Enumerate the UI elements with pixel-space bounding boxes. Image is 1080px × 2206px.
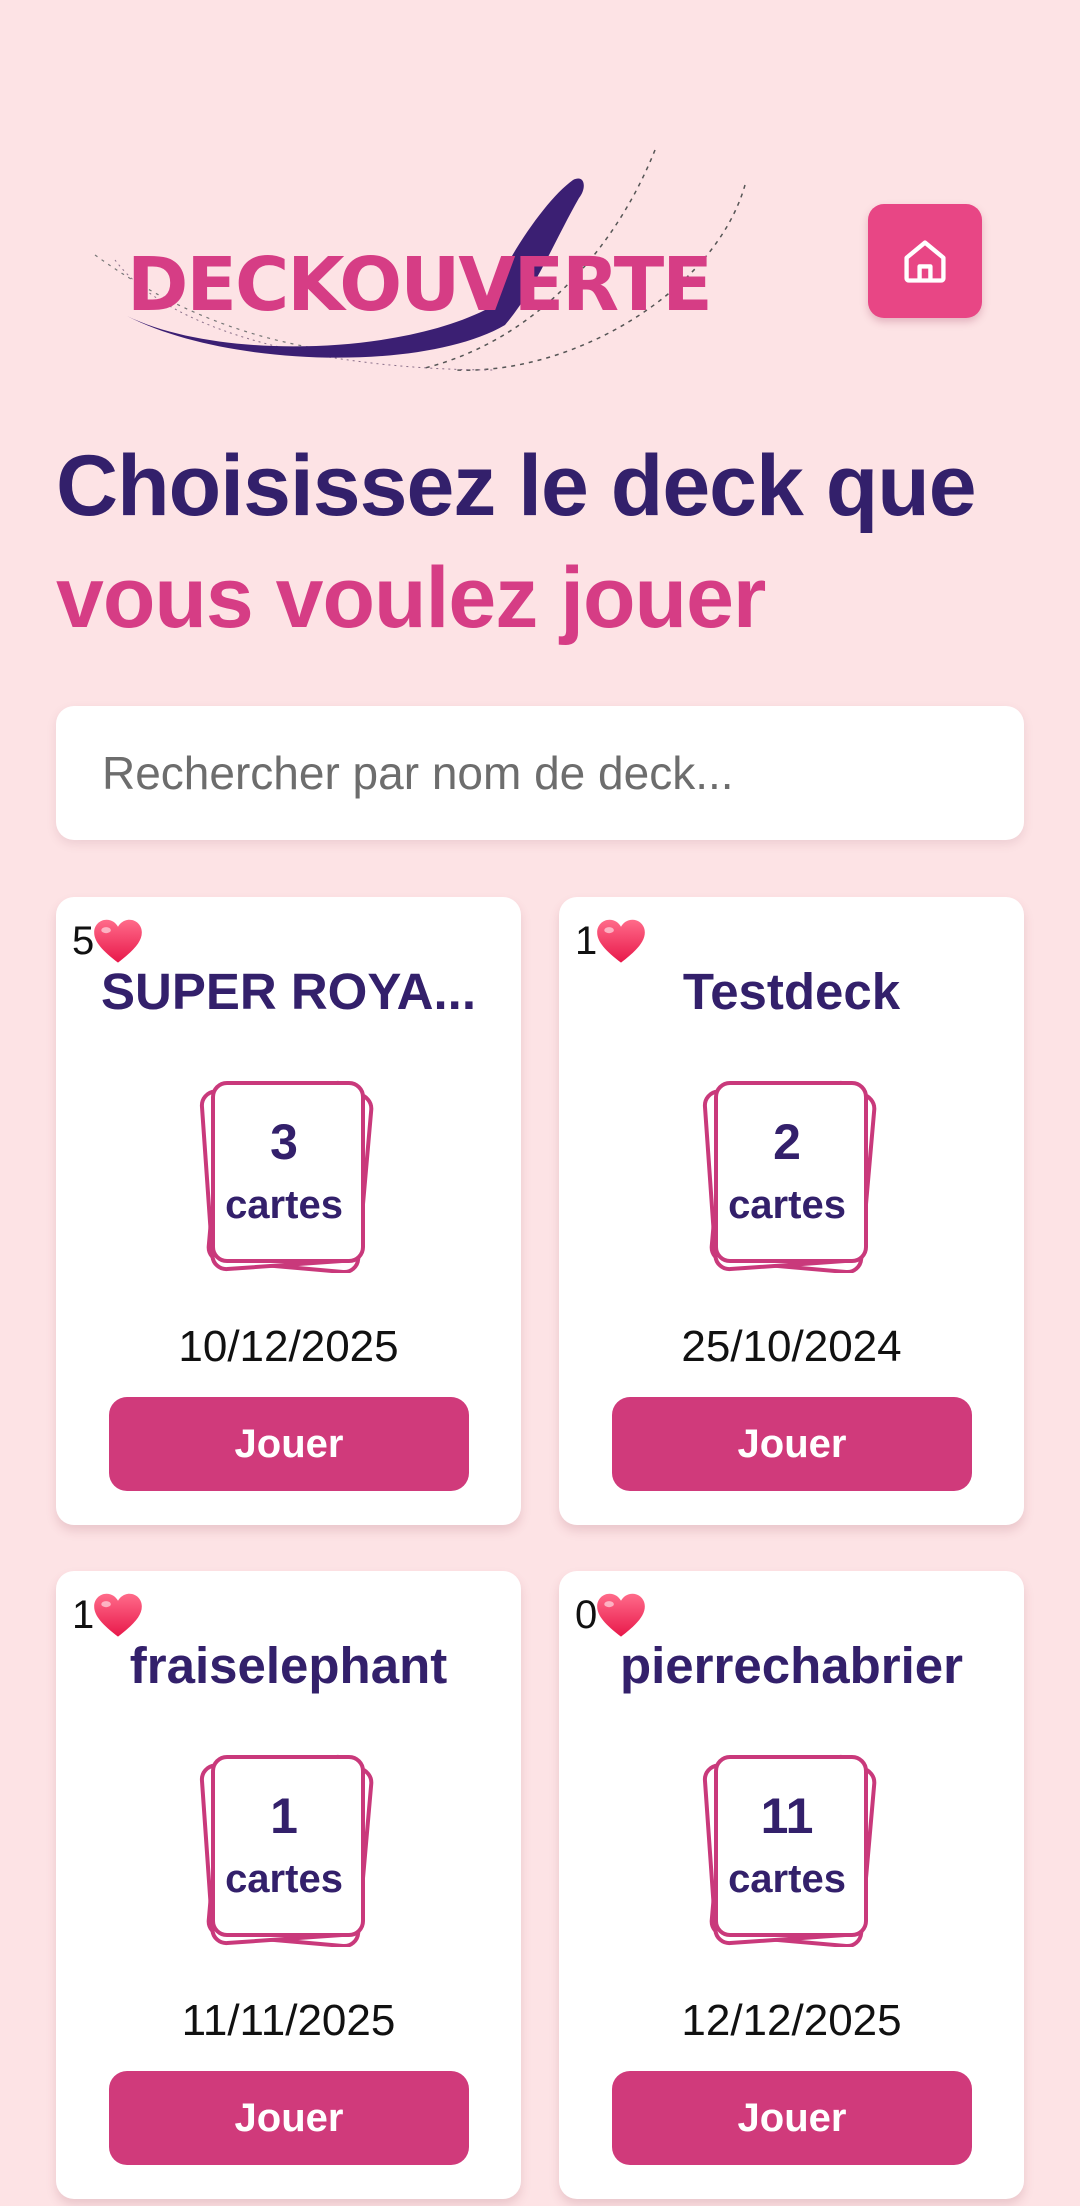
deck-date: 12/12/2025 xyxy=(681,1996,902,2045)
page-title-line2: vous voulez jouer xyxy=(56,550,766,646)
deck-name: Testdeck xyxy=(682,963,901,1020)
deckouverte-logo: DECKOUVERTE xyxy=(94,140,755,380)
deck-date: 10/12/2025 xyxy=(178,1322,399,1371)
logo-graphic: DECKOUVERTE xyxy=(94,149,746,371)
card-count-unit: cartes xyxy=(728,1857,846,1901)
heart-icon xyxy=(597,1593,646,1637)
deck-selection-page: DECKOUVERTE Choisissez le deck que vous … xyxy=(0,0,1080,2206)
card-count: 2 xyxy=(773,1114,801,1170)
card-count: 3 xyxy=(270,1114,298,1170)
like-counter[interactable]: 1 xyxy=(72,1591,144,1639)
card-count-unit: cartes xyxy=(225,1857,343,1901)
home-icon xyxy=(904,240,946,283)
deck-grid: 5 SUPER ROYA... 3 cartes 10/12/2025 Joue… xyxy=(56,897,1024,2199)
card-count-unit: cartes xyxy=(728,1183,846,1227)
page-title-line1: Choisissez le deck que xyxy=(56,438,977,534)
page-title: Choisissez le deck que vous voulez jouer xyxy=(56,430,1046,654)
like-counter[interactable]: 5 xyxy=(72,917,144,965)
card-stack-icon: 11 cartes xyxy=(696,1751,886,1947)
card-stack-icon: 3 cartes xyxy=(193,1077,383,1273)
deck-name: fraiselephant xyxy=(129,1637,448,1694)
play-button[interactable]: Jouer xyxy=(612,1397,972,1491)
home-button[interactable] xyxy=(868,204,982,318)
card-count-unit: cartes xyxy=(225,1183,343,1227)
like-counter[interactable]: 0 xyxy=(575,1591,647,1639)
deck-name: SUPER ROYA... xyxy=(100,963,477,1020)
search-bar xyxy=(56,706,1024,840)
heart-icon xyxy=(597,919,646,963)
deck-card: 1 Testdeck 2 cartes 25/10/2024 Jouer xyxy=(559,897,1024,1525)
deck-name: pierrechabrier xyxy=(619,1637,963,1694)
play-button[interactable]: Jouer xyxy=(109,2071,469,2165)
like-count: 1 xyxy=(72,1592,95,1637)
deck-search-input[interactable] xyxy=(56,706,1024,840)
deck-card: 0 pierrechabrier 11 cartes 12/12/2025 Jo… xyxy=(559,1571,1024,2199)
deck-card: 5 SUPER ROYA... 3 cartes 10/12/2025 Joue… xyxy=(56,897,521,1525)
card-count: 11 xyxy=(760,1788,814,1844)
deck-date: 25/10/2024 xyxy=(681,1322,902,1371)
like-count: 1 xyxy=(575,918,598,963)
card-count: 1 xyxy=(270,1788,298,1844)
logo-wordmark: DECKOUVERTE xyxy=(127,242,711,328)
like-counter[interactable]: 1 xyxy=(575,917,647,965)
deck-card: 1 fraiselephant 1 cartes 11/11/2025 Joue… xyxy=(56,1571,521,2199)
card-stack-icon: 1 cartes xyxy=(193,1751,383,1947)
heart-icon xyxy=(94,919,143,963)
play-button[interactable]: Jouer xyxy=(612,2071,972,2165)
like-count: 0 xyxy=(575,1592,598,1637)
deck-date: 11/11/2025 xyxy=(181,1996,396,2045)
play-button[interactable]: Jouer xyxy=(109,1397,469,1491)
heart-icon xyxy=(94,1593,143,1637)
card-stack-icon: 2 cartes xyxy=(696,1077,886,1273)
like-count: 5 xyxy=(72,918,95,963)
